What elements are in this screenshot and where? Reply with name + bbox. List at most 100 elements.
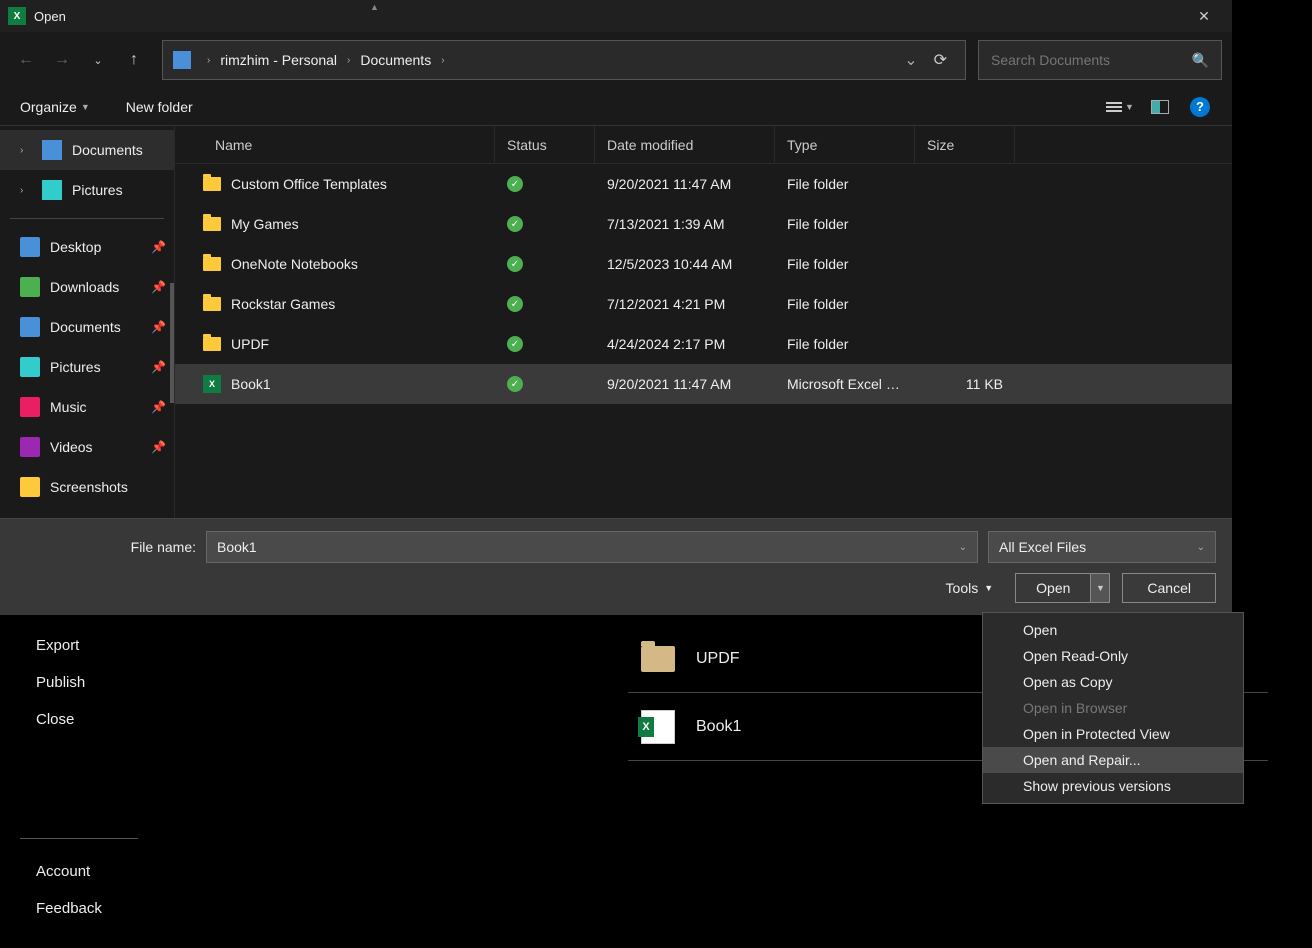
search-box[interactable]: 🔍 — [978, 40, 1222, 80]
open-split-button: Open ▼ — [1015, 573, 1110, 603]
quick-item-downloads[interactable]: Downloads 📌 — [0, 267, 174, 307]
toolbar: Organize▼ New folder ▼ ? — [0, 88, 1232, 126]
file-type: File folder — [775, 216, 915, 232]
folder-icon — [203, 177, 221, 191]
file-row[interactable]: Custom Office Templates✓9/20/2021 11:47 … — [175, 164, 1232, 204]
menu-item-open[interactable]: Open — [983, 617, 1243, 643]
quick-item-screenshots[interactable]: Screenshots — [0, 467, 174, 507]
file-row[interactable]: UPDF✓4/24/2024 2:17 PMFile folder — [175, 324, 1232, 364]
open-button[interactable]: Open — [1016, 574, 1091, 602]
filename-input[interactable]: Book1⌄ — [206, 531, 978, 563]
pic-icon — [42, 180, 62, 200]
preview-pane-button[interactable] — [1144, 91, 1176, 123]
folder-icon — [641, 646, 675, 672]
quick-item-music[interactable]: Music 📌 — [0, 387, 174, 427]
music-icon — [20, 397, 40, 417]
recent-item-name: UPDF — [696, 650, 740, 668]
quick-item-videos[interactable]: Videos📌 — [0, 427, 174, 467]
chevron-icon[interactable]: › — [201, 55, 216, 66]
open-dropdown-menu: OpenOpen Read-OnlyOpen as CopyOpen in Br… — [982, 612, 1244, 804]
back-button[interactable]: ← — [10, 44, 42, 76]
expand-icon[interactable]: › — [20, 145, 32, 156]
quick-item-desktop[interactable]: Desktop📌 — [0, 227, 174, 267]
new-folder-button[interactable]: New folder — [118, 95, 201, 119]
column-name[interactable]: Name▲ — [175, 126, 495, 163]
backstage-close[interactable]: Close — [0, 701, 158, 738]
quick-item-label: Downloads — [50, 279, 119, 295]
view-mode-button[interactable]: ▼ — [1104, 91, 1136, 123]
backstage-export[interactable]: Export — [0, 627, 158, 664]
menu-item-open-in-browser: Open in Browser — [983, 695, 1243, 721]
tree-item-documents[interactable]: › Documents — [0, 130, 174, 170]
sync-status-icon: ✓ — [507, 216, 523, 232]
column-status[interactable]: Status — [495, 126, 595, 163]
search-icon[interactable]: 🔍 — [1192, 52, 1209, 69]
tree-item-label: Documents — [72, 142, 143, 158]
file-list: Name▲ Status Date modified Type Size Cus… — [175, 126, 1232, 518]
close-button[interactable]: ✕ — [1184, 0, 1224, 32]
address-bar[interactable]: › rimzhim - Personal › Documents › ⌄ ⟳ — [162, 40, 966, 80]
bottom-bar: File name: Book1⌄ All Excel Files⌄ Tools… — [0, 518, 1232, 615]
column-size[interactable]: Size — [915, 126, 1015, 163]
file-filter-dropdown[interactable]: All Excel Files⌄ — [988, 531, 1216, 563]
file-type: File folder — [775, 336, 915, 352]
pin-icon: 📌 — [151, 280, 166, 294]
menu-item-open-read-only[interactable]: Open Read-Only — [983, 643, 1243, 669]
excel-file-icon: X — [641, 710, 675, 744]
menu-item-show-previous-versions[interactable]: Show previous versions — [983, 773, 1243, 799]
file-row[interactable]: My Games ✓ 7/13/2021 1:39 AMFile folder — [175, 204, 1232, 244]
folder-icon — [203, 257, 221, 271]
open-dialog: X Open ✕ ← → ⌄ ↑ › rimzhim - Personal › … — [0, 0, 1232, 615]
breadcrumb-current[interactable]: Documents — [356, 52, 435, 68]
address-dropdown[interactable]: ⌄ — [896, 50, 925, 70]
expand-icon[interactable]: › — [20, 185, 32, 196]
downloads-icon — [20, 277, 40, 297]
file-name: Book1 — [231, 376, 271, 392]
recent-item-name: Book1 — [696, 718, 741, 736]
doc-icon — [42, 140, 62, 160]
location-icon — [173, 51, 191, 69]
file-date: 4/24/2024 2:17 PM — [595, 336, 775, 352]
file-type: Microsoft Excel W... — [775, 376, 915, 392]
help-button[interactable]: ? — [1184, 91, 1216, 123]
tree-item-pictures[interactable]: ›Pictures — [0, 170, 174, 210]
column-type[interactable]: Type — [775, 126, 915, 163]
sync-status-icon: ✓ — [507, 336, 523, 352]
organize-button[interactable]: Organize▼ — [12, 95, 98, 119]
file-name: My Games — [231, 216, 299, 232]
up-button[interactable]: ↑ — [118, 44, 150, 76]
file-row[interactable]: Rockstar Games✓7/12/2021 4:21 PMFile fol… — [175, 284, 1232, 324]
quick-item-label: Documents — [50, 319, 121, 335]
chevron-icon[interactable]: › — [435, 55, 450, 66]
file-row[interactable]: XBook1✓9/20/2021 11:47 AMMicrosoft Excel… — [175, 364, 1232, 404]
quick-item-label: Music — [50, 399, 87, 415]
backstage-publish[interactable]: Publish — [0, 664, 158, 701]
backstage-account[interactable]: Account — [0, 853, 158, 890]
filename-label: File name: — [16, 539, 196, 555]
file-date: 7/13/2021 1:39 AM — [595, 216, 775, 232]
menu-item-open-and-repair-[interactable]: Open and Repair... — [983, 747, 1243, 773]
forward-button[interactable]: → — [46, 44, 78, 76]
titlebar: X Open ✕ — [0, 0, 1232, 32]
chevron-icon[interactable]: › — [341, 55, 356, 66]
column-date[interactable]: Date modified — [595, 126, 775, 163]
menu-item-open-in-protected-view[interactable]: Open in Protected View — [983, 721, 1243, 747]
file-date: 9/20/2021 11:47 AM — [595, 176, 775, 192]
refresh-button[interactable]: ⟳ — [926, 50, 955, 70]
file-row[interactable]: OneNote Notebooks✓12/5/2023 10:44 AMFile… — [175, 244, 1232, 284]
cancel-button[interactable]: Cancel — [1122, 573, 1216, 603]
tools-button[interactable]: Tools▼ — [936, 576, 1004, 600]
pictures-icon — [20, 357, 40, 377]
recent-dropdown[interactable]: ⌄ — [82, 44, 114, 76]
breadcrumb-root[interactable]: rimzhim - Personal — [216, 52, 341, 68]
open-dropdown-button[interactable]: ▼ — [1091, 574, 1109, 602]
backstage-feedback[interactable]: Feedback — [0, 890, 158, 927]
menu-item-open-as-copy[interactable]: Open as Copy — [983, 669, 1243, 695]
quick-item-pictures[interactable]: Pictures📌 — [0, 347, 174, 387]
quick-item-documents[interactable]: Documents📌 — [0, 307, 174, 347]
search-input[interactable] — [991, 52, 1192, 68]
pin-icon: 📌 — [151, 400, 166, 414]
file-name: Rockstar Games — [231, 296, 335, 312]
file-date: 9/20/2021 11:47 AM — [595, 376, 775, 392]
sync-status-icon: ✓ — [507, 176, 523, 192]
